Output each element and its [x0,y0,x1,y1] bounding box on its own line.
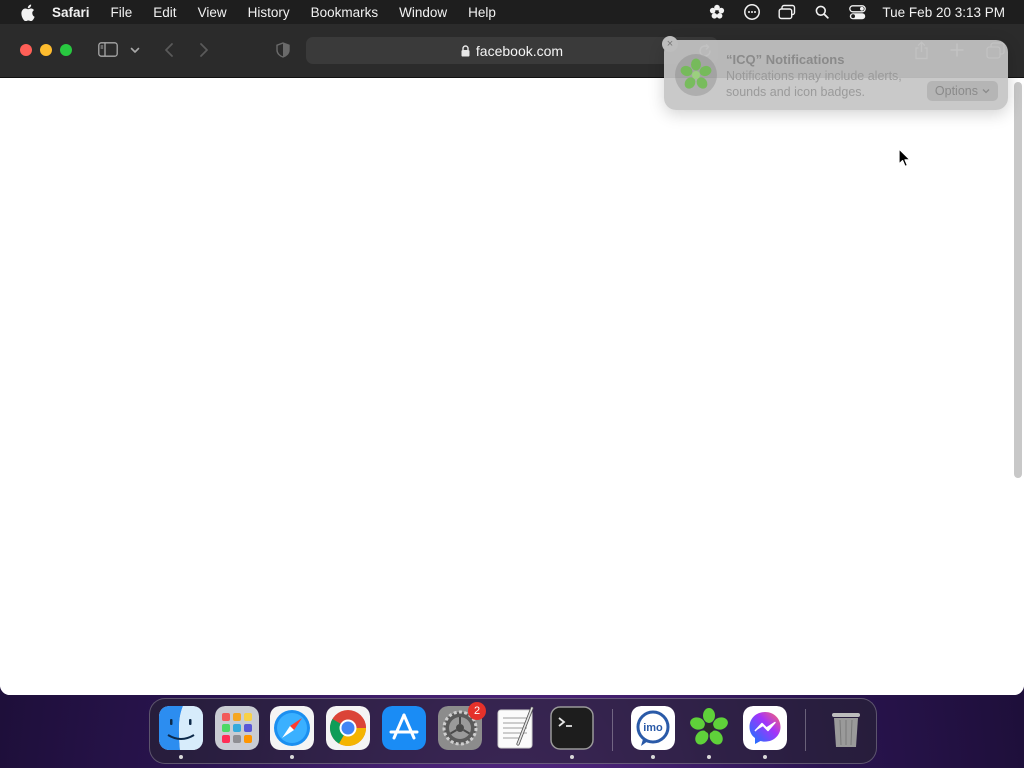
minimize-window-button[interactable] [40,44,52,56]
lock-icon [461,44,470,57]
shield-icon[interactable] [274,41,292,59]
menu-app-safari[interactable]: Safari [52,5,90,20]
zoom-window-button[interactable] [60,44,72,56]
launchpad-icon [215,706,259,750]
menu-bookmarks[interactable]: Bookmarks [311,5,379,20]
forward-icon[interactable] [195,41,213,59]
mouse-cursor-icon [898,148,912,173]
chevron-down-icon [982,88,990,94]
back-icon[interactable] [160,41,178,59]
dock-separator [612,709,613,751]
apple-menu-icon[interactable] [18,0,36,24]
dock-trash[interactable] [824,706,868,750]
flower-icon[interactable] [707,2,727,22]
finder-icon [159,706,203,750]
dock-icq[interactable] [687,706,731,750]
safari-running-indicator [290,755,294,759]
dock-safari[interactable] [270,706,314,750]
dock-imo[interactable]: imo [631,706,675,750]
dock-launchpad[interactable] [215,706,259,750]
address-bar[interactable]: facebook.com [306,37,718,64]
icq-app-icon [674,53,718,97]
dock-chrome[interactable] [326,706,370,750]
close-notification-button[interactable]: × [662,36,678,52]
close-window-button[interactable] [20,44,32,56]
notification-badge: 2 [468,702,486,720]
finder-running-indicator [179,755,183,759]
page-content[interactable] [0,78,1024,695]
dock-system-settings[interactable]: 2 [438,702,486,750]
notification-body: Notifications may include alerts, sounds… [726,69,902,99]
icq-running-indicator [707,755,711,759]
menubar-clock[interactable]: Tue Feb 20 3:13 PM [882,5,1005,20]
trash-icon [824,706,868,750]
icq-notification-banner[interactable]: × “ICQ” Notifications Notifications may … [662,36,1008,110]
url-text: facebook.com [475,42,564,59]
dock-messenger[interactable] [743,706,787,750]
menu-help[interactable]: Help [468,5,496,20]
control-center-icon[interactable] [847,2,867,22]
menu-view[interactable]: View [198,5,227,20]
notification-options-button[interactable]: Options [926,81,998,101]
screen-mirror-icon[interactable] [777,2,797,22]
menu-window[interactable]: Window [399,5,447,20]
vertical-scrollbar[interactable] [1014,82,1022,478]
menu-bar: Safari File Edit View History Bookmarks … [0,0,1024,24]
chat-bubble-icon[interactable] [742,2,762,22]
search-icon[interactable] [812,2,832,22]
messenger-running-indicator [763,755,767,759]
terminal-running-indicator [570,755,574,759]
dock: 2 imo [149,698,877,764]
menu-file[interactable]: File [111,5,133,20]
dock-app-store[interactable] [382,706,426,750]
messenger-icon [743,706,787,750]
chrome-icon [326,706,370,750]
notification-title: “ICQ” Notifications [726,52,845,67]
imo-running-indicator [651,755,655,759]
sidebar-icon[interactable] [97,41,118,58]
svg-text:imo: imo [643,722,663,734]
menu-edit[interactable]: Edit [153,5,176,20]
app-store-icon [382,706,426,750]
safari-compass-icon [270,706,314,750]
chevron-down-icon[interactable] [129,44,141,56]
dock-separator [805,709,806,751]
safari-window: facebook.com [0,24,1024,695]
icq-flower-icon [687,706,731,750]
options-label: Options [934,84,978,98]
imo-icon: imo [631,706,675,750]
textedit-icon [494,706,538,750]
menu-history[interactable]: History [248,5,290,20]
terminal-icon [550,706,594,750]
dock-finder[interactable] [159,706,203,750]
dock-terminal[interactable] [550,706,594,750]
dock-textedit[interactable] [494,706,538,750]
